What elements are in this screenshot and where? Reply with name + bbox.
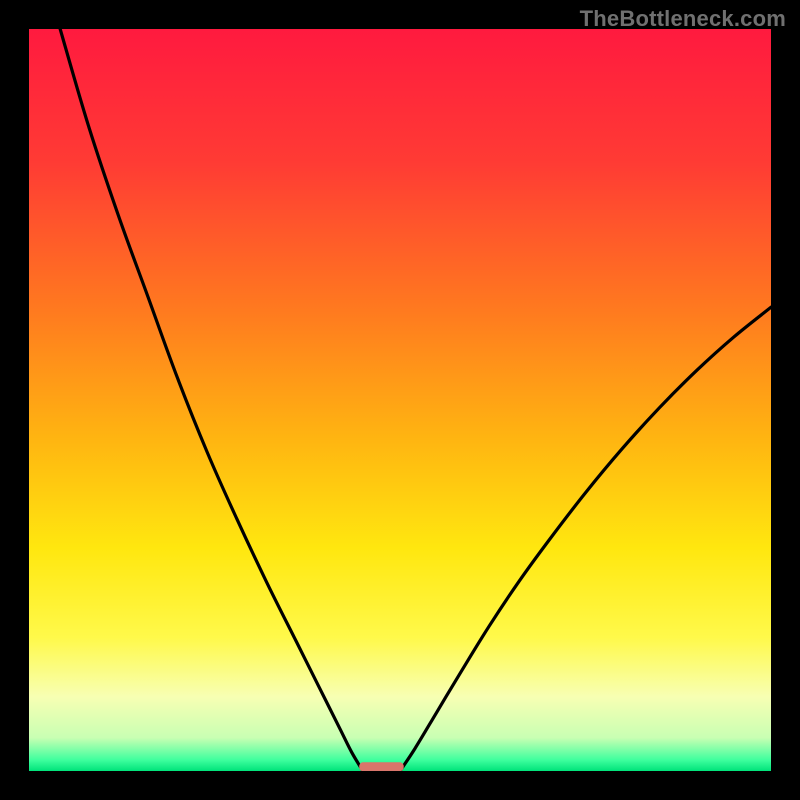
curves-layer: [29, 29, 771, 771]
left-curve: [60, 29, 363, 771]
bottleneck-marker: [359, 762, 404, 771]
watermark-text: TheBottleneck.com: [580, 6, 786, 32]
chart-frame: TheBottleneck.com: [0, 0, 800, 800]
right-curve: [400, 307, 771, 771]
plot-area: [29, 29, 771, 771]
